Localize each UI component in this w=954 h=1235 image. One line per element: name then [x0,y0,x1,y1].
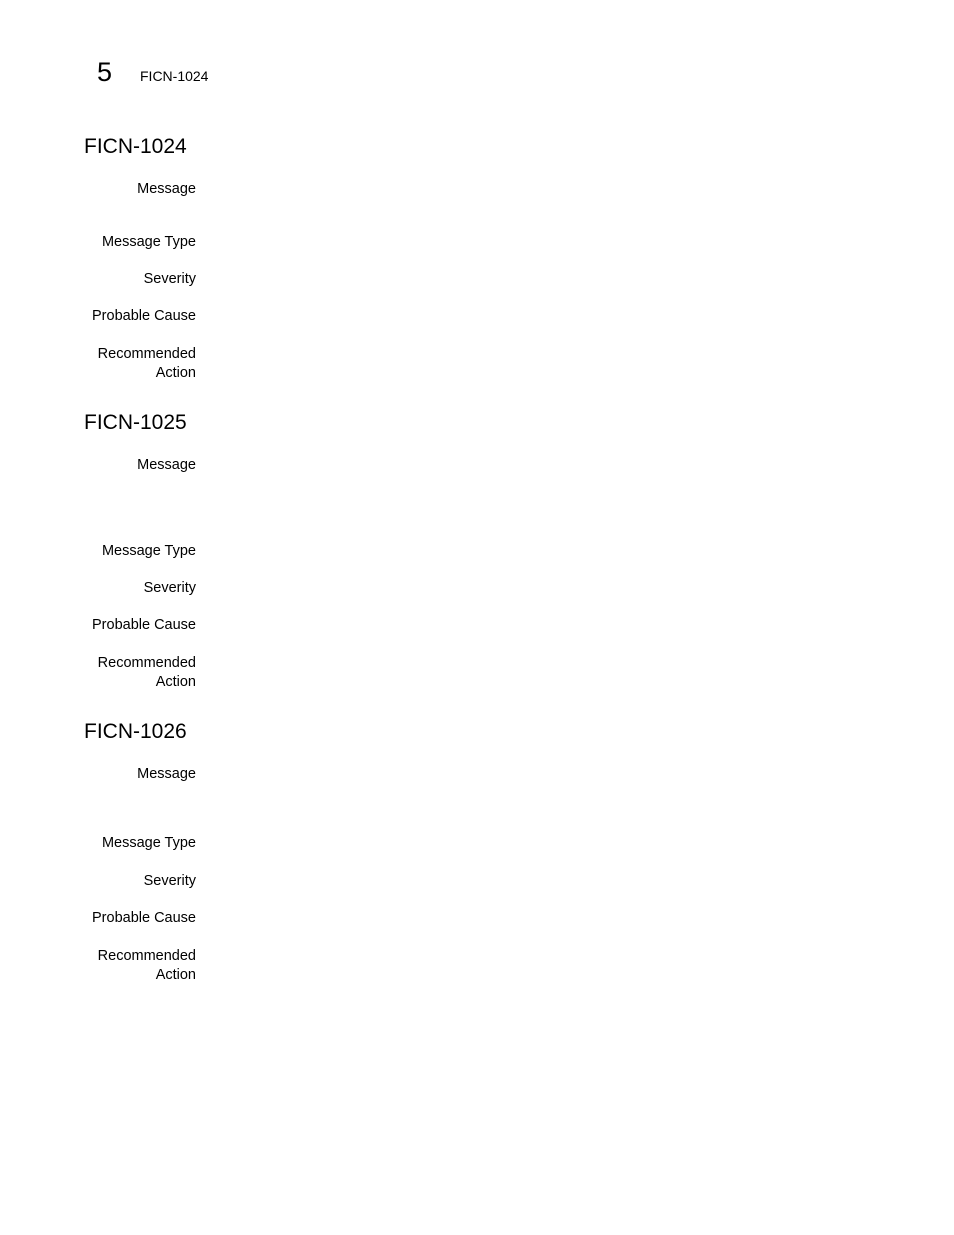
field-severity: Severity [84,270,841,289]
running-title: FICN-1024 [140,68,209,84]
field-label: Message Type [101,543,196,559]
field-severity: Severity [84,579,841,598]
message-section: FICN-1024 Message Message Type Severity … [84,135,864,381]
field-value [221,579,841,598]
field-recommended-action: Recommended Action [84,947,841,985]
field-label: Message [137,766,196,782]
field-message: Message [84,180,841,199]
field-label: Recommended Action [97,346,196,381]
field-probable-cause: Probable Cause [84,307,841,326]
field-label: Recommended Action [97,948,196,983]
field-probable-cause: Probable Cause [84,616,841,635]
field-label: Severity [143,580,196,596]
field-label: Probable Cause [92,910,196,926]
field-value [221,180,841,199]
field-message: Message [84,456,841,475]
field-label: Message [137,457,196,473]
field-value [221,542,841,561]
field-value [221,307,841,326]
field-value [221,765,841,784]
message-section: FICN-1025 Message Message Type Severity … [84,411,864,690]
field-value [221,233,841,252]
field-message: Message [84,765,841,784]
running-header: 5 FICN-1024 [97,56,208,88]
field-value [221,909,841,928]
field-value [221,616,841,635]
field-severity: Severity [84,872,841,891]
field-value [221,872,841,891]
field-label: Message Type [101,234,196,250]
field-value [221,345,841,383]
field-message-type: Message Type [84,233,841,252]
field-value [221,654,841,692]
field-value [221,947,841,985]
field-label: Probable Cause [92,308,196,324]
field-recommended-action: Recommended Action [84,654,841,692]
field-label: Probable Cause [92,617,196,633]
section-title: FICN-1026 [84,720,187,743]
field-label: Message Type [101,835,196,851]
field-label: Recommended Action [97,655,196,690]
field-label: Severity [143,271,196,287]
section-title: FICN-1024 [84,135,187,158]
section-title: FICN-1025 [84,411,187,434]
field-value [221,456,841,475]
field-recommended-action: Recommended Action [84,345,841,383]
field-label: Severity [143,873,196,889]
message-section: FICN-1026 Message Message Type Severity … [84,720,864,983]
field-value [221,270,841,289]
field-label: Message [137,181,196,197]
field-value [221,834,841,853]
field-message-type: Message Type [84,542,841,561]
field-probable-cause: Probable Cause [84,909,841,928]
field-message-type: Message Type [84,834,841,853]
chapter-number: 5 [97,57,113,87]
